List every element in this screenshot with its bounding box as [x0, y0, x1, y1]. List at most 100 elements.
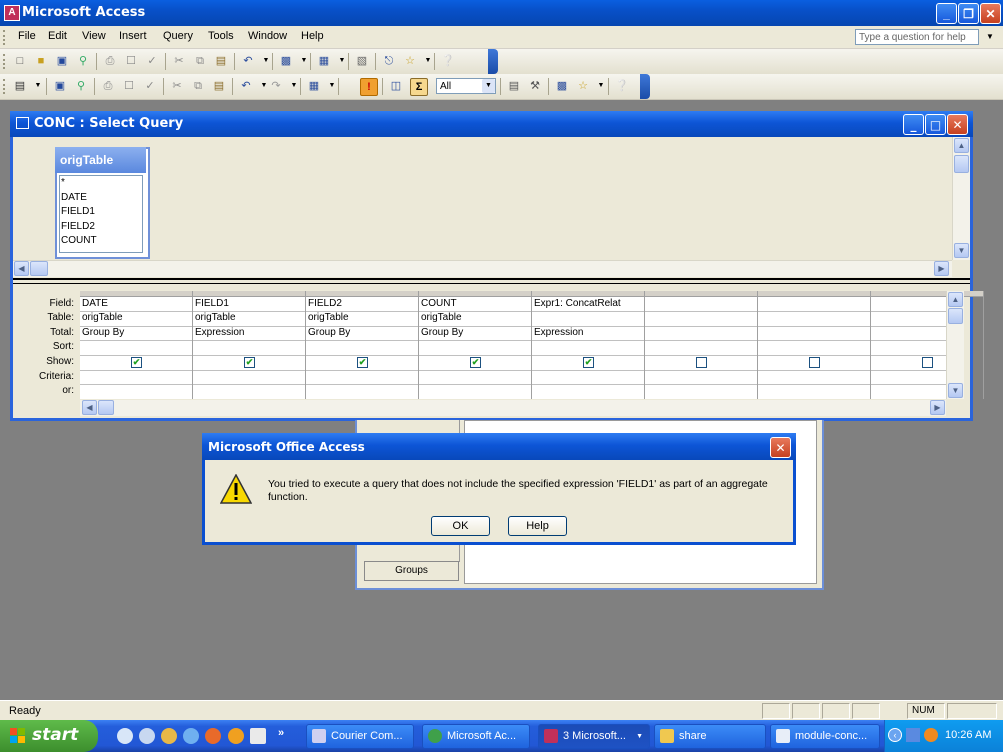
close-icon[interactable]: ✕ — [947, 114, 968, 135]
build-icon[interactable]: ⚒ — [527, 78, 543, 94]
query-window-icon[interactable] — [16, 117, 29, 129]
grid-table-cell[interactable]: origTable — [82, 312, 191, 323]
menu-insert[interactable]: Insert — [119, 30, 147, 42]
menu-view[interactable]: View — [82, 30, 106, 42]
close-icon[interactable]: ✕ — [980, 3, 1001, 24]
show-checkbox[interactable] — [809, 357, 820, 368]
analyze-icon[interactable]: ▦ — [316, 53, 332, 69]
scroll-thumb[interactable] — [954, 155, 969, 173]
menu-grip[interactable] — [3, 30, 8, 45]
menu-file[interactable]: File — [18, 30, 36, 42]
grid-total-cell[interactable]: Group By — [82, 327, 191, 338]
office-links-icon[interactable]: ▩ — [278, 53, 294, 69]
minimize-icon[interactable]: _ — [936, 3, 957, 24]
grid-column[interactable] — [758, 291, 871, 399]
grid-column[interactable] — [871, 291, 984, 399]
table-pane-vscrollbar[interactable]: ▲ ▼ — [952, 137, 970, 260]
grid-field-cell[interactable]: DATE — [82, 298, 191, 309]
grid-table-cell[interactable]: origTable — [421, 312, 530, 323]
quick-launch-more-icon[interactable]: » — [278, 727, 284, 739]
grid-table-cell[interactable]: origTable — [308, 312, 417, 323]
access-app-icon[interactable]: A — [4, 5, 20, 21]
scroll-down-icon[interactable]: ▼ — [954, 243, 969, 258]
redo-icon[interactable]: ↷ — [268, 78, 284, 94]
column-selector[interactable] — [306, 291, 418, 297]
grid-column[interactable]: Expr1: ConcatRelat Expression ✔ — [532, 291, 645, 399]
help-search-input[interactable]: Type a question for help — [855, 29, 979, 45]
menu-tools[interactable]: Tools — [208, 30, 234, 42]
cut-icon[interactable]: ✂ — [171, 53, 187, 69]
column-selector[interactable] — [80, 291, 192, 297]
open-icon[interactable]: ■ — [33, 53, 49, 69]
grid-field-cell[interactable]: COUNT — [421, 298, 530, 309]
restore-icon[interactable]: ❐ — [958, 3, 979, 24]
grid-total-cell[interactable]: Group By — [421, 327, 530, 338]
task-button[interactable]: Courier Com... — [306, 724, 414, 749]
copy-icon[interactable]: ⧉ — [190, 78, 206, 94]
toolbar-options-icon[interactable] — [640, 74, 650, 99]
save-query-icon[interactable]: ▣ — [52, 78, 68, 94]
grid-field-cell[interactable]: Expr1: ConcatRelat — [534, 298, 643, 309]
scroll-up-icon[interactable]: ▲ — [954, 138, 969, 153]
scroll-down-icon[interactable]: ▼ — [948, 383, 963, 398]
new-object-icon[interactable]: ☆ — [402, 53, 418, 69]
code-icon[interactable]: ▧ — [354, 53, 370, 69]
view-dropdown-icon[interactable]: ▼ — [30, 78, 46, 94]
grid-table-cell[interactable]: origTable — [195, 312, 304, 323]
undo-icon[interactable]: ↶ — [238, 78, 254, 94]
grid-vscrollbar[interactable]: ▲ ▼ — [946, 291, 964, 399]
quick-launch-firefox-icon[interactable] — [205, 728, 221, 744]
task-button[interactable]: 3 Microsoft... ▼ — [538, 724, 650, 749]
column-selector[interactable] — [193, 291, 305, 297]
show-checkbox[interactable]: ✔ — [470, 357, 481, 368]
grid-column[interactable]: FIELD2 origTable Group By ✔ — [306, 291, 419, 399]
grid-column[interactable]: COUNT origTable Group By ✔ — [419, 291, 532, 399]
print-preview-icon[interactable]: ☐ — [121, 78, 137, 94]
scroll-up-icon[interactable]: ▲ — [948, 292, 963, 307]
column-selector[interactable] — [645, 291, 757, 297]
grid-total-cell[interactable]: Group By — [308, 327, 417, 338]
quick-launch-desktop-icon[interactable] — [139, 728, 155, 744]
ok-button[interactable]: OK — [431, 516, 490, 536]
field-list-item[interactable]: COUNT — [60, 234, 142, 249]
grid-total-cell[interactable]: Expression — [195, 327, 304, 338]
help-button[interactable]: Help — [508, 516, 567, 536]
start-button[interactable]: start — [0, 720, 98, 752]
grid-hscrollbar[interactable]: ◀ ▶ — [80, 400, 946, 416]
totals-icon[interactable]: Σ — [410, 78, 428, 96]
menu-help[interactable]: Help — [301, 30, 324, 42]
print-icon[interactable]: ⎙ — [102, 53, 118, 69]
new-object-dropdown-icon[interactable]: ▼ — [593, 78, 609, 94]
menu-edit[interactable]: Edit — [48, 30, 67, 42]
show-checkbox[interactable] — [922, 357, 933, 368]
paste-icon[interactable]: ▤ — [211, 78, 227, 94]
field-list-item[interactable]: DATE — [60, 191, 142, 206]
save-icon[interactable]: ▣ — [54, 53, 70, 69]
column-selector[interactable] — [532, 291, 644, 297]
grid-field-cell[interactable]: FIELD1 — [195, 298, 304, 309]
field-list-item[interactable]: FIELD2 — [60, 220, 142, 235]
help-dropdown-arrow-icon[interactable]: ▼ — [983, 29, 997, 45]
scroll-thumb[interactable] — [30, 261, 48, 276]
spelling-icon[interactable]: ✓ — [142, 78, 158, 94]
grid-column[interactable]: DATE origTable Group By ✔ — [80, 291, 193, 399]
show-checkbox[interactable] — [696, 357, 707, 368]
help-icon[interactable]: ❔ — [440, 53, 456, 69]
close-icon[interactable]: ✕ — [770, 437, 791, 458]
table-pane-hscrollbar[interactable]: ◀ ▶ — [13, 260, 952, 277]
database-window-icon[interactable]: ▩ — [554, 78, 570, 94]
column-selector[interactable] — [758, 291, 870, 297]
scroll-right-icon[interactable]: ▶ — [930, 400, 945, 415]
field-list-title[interactable]: origTable — [55, 147, 146, 173]
field-list-item[interactable]: * — [60, 176, 142, 191]
groups-button[interactable]: Groups — [364, 561, 459, 581]
maximize-icon[interactable]: □ — [925, 114, 946, 135]
print-icon[interactable]: ⎙ — [100, 78, 116, 94]
show-checkbox[interactable]: ✔ — [131, 357, 142, 368]
new-object-icon[interactable]: ☆ — [575, 78, 591, 94]
show-checkbox[interactable]: ✔ — [244, 357, 255, 368]
scroll-left-icon[interactable]: ◀ — [14, 261, 29, 276]
search-icon[interactable]: ⚲ — [75, 53, 91, 69]
view-icon[interactable]: ▤ — [12, 78, 28, 94]
new-icon[interactable]: □ — [12, 53, 28, 69]
